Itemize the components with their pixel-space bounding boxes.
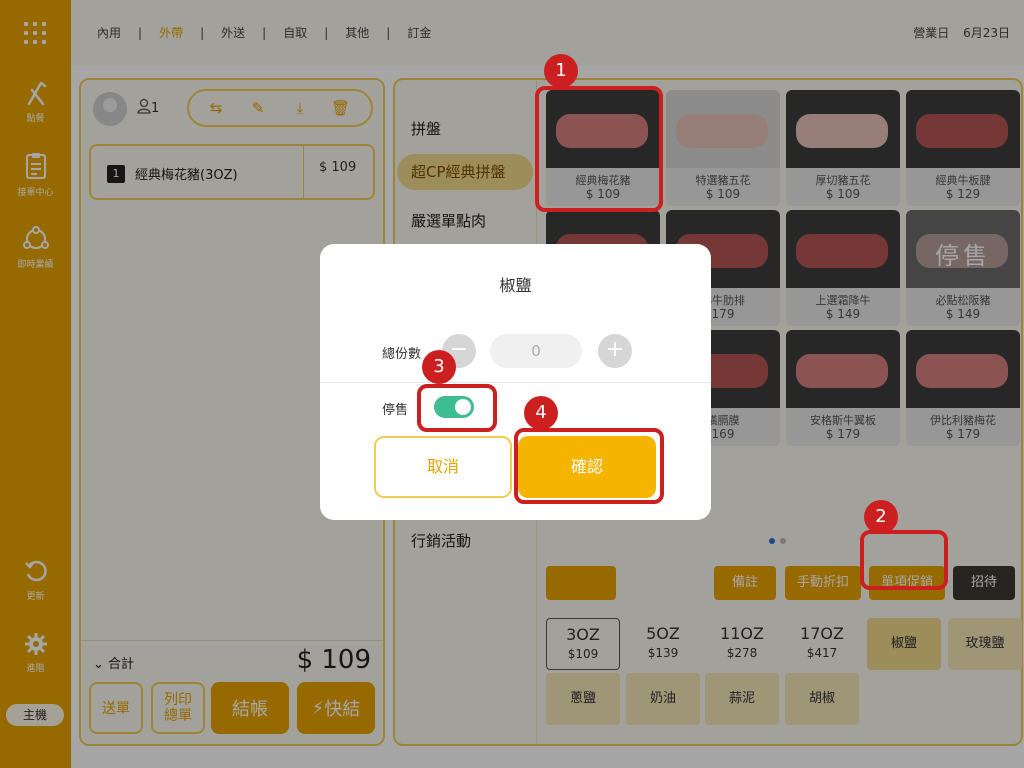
increment-button[interactable]: + [598, 334, 632, 368]
stop-sale-label: 停售 [382, 403, 409, 418]
step-marker-2: 2 [864, 500, 898, 534]
total-portions-value[interactable]: 0 [490, 334, 582, 368]
total-portions-label: 總份數 [382, 347, 422, 362]
cancel-button[interactable]: 取消 [374, 436, 512, 498]
highlight-box-4 [514, 428, 664, 504]
highlight-box-2 [860, 530, 948, 590]
step-marker-1: 1 [544, 54, 578, 88]
dialog-divider [320, 382, 711, 383]
dialog-title: 椒鹽 [499, 276, 532, 295]
highlight-box-1 [535, 86, 663, 212]
highlight-box-3 [417, 384, 497, 432]
pos-app: 點餐 接單中心 即時業績 更新 進階 主機 內用 | 外帶 | 外送 | 自取 [0, 0, 1024, 768]
step-marker-4: 4 [524, 396, 558, 430]
step-marker-3: 3 [422, 350, 456, 384]
